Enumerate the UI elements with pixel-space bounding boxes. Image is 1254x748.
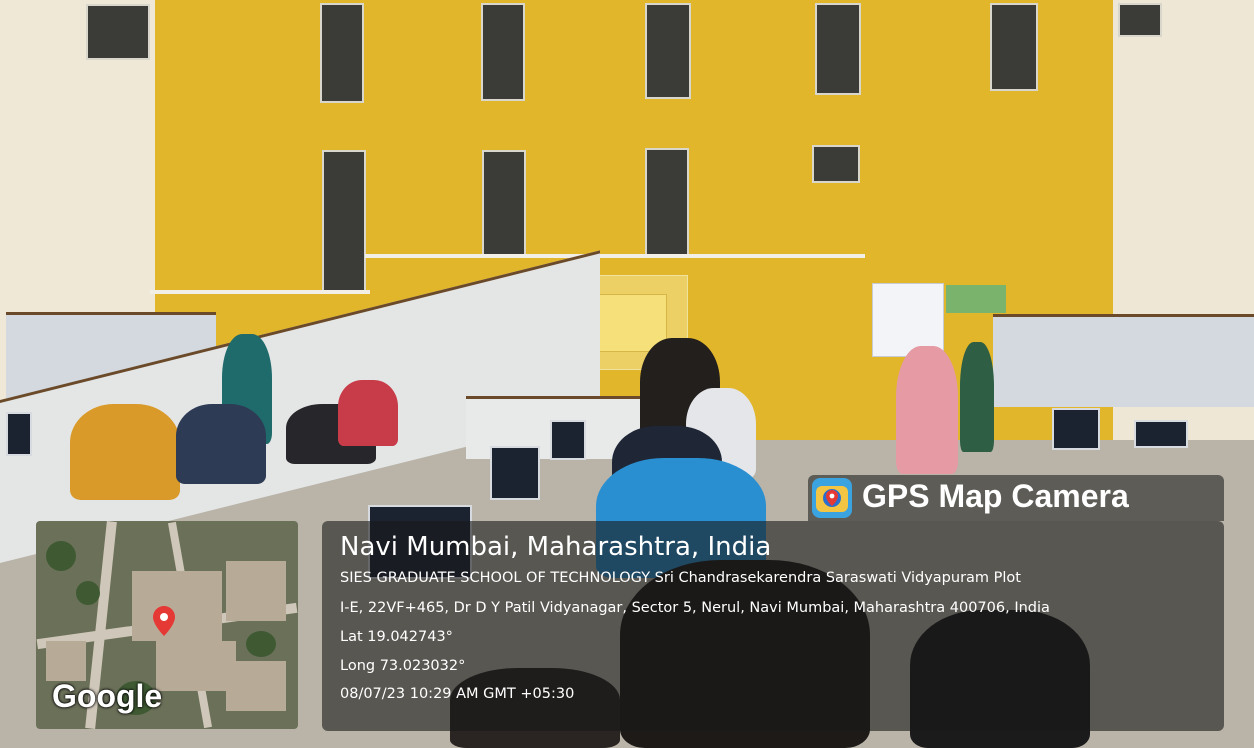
person-standing <box>960 342 994 452</box>
window <box>812 145 860 183</box>
wall-ledge <box>150 290 370 294</box>
person-seated <box>338 380 398 446</box>
window <box>1118 3 1162 37</box>
app-name: GPS Map Camera <box>862 478 1129 514</box>
longitude: Long 73.023032° <box>340 658 466 674</box>
window <box>990 3 1038 91</box>
window <box>86 4 150 60</box>
person-seated <box>70 404 180 500</box>
window <box>322 150 366 292</box>
google-logo: Google <box>52 678 163 714</box>
window <box>645 3 691 99</box>
cubicle-partition <box>993 314 1254 407</box>
monitor <box>1134 420 1188 448</box>
window <box>482 150 526 258</box>
address-line-1: SIES GRADUATE SCHOOL OF TECHNOLOGY Sri C… <box>340 570 1021 586</box>
window <box>645 148 689 256</box>
latitude: Lat 19.042743° <box>340 629 453 645</box>
address-line-2: I-E, 22VF+465, Dr D Y Patil Vidyanagar, … <box>340 600 1050 616</box>
wall-ledge <box>365 254 865 258</box>
monitor <box>550 420 586 460</box>
city-line: Navi Mumbai, Maharashtra, India <box>340 532 772 562</box>
timestamp: 08/07/23 10:29 AM GMT +05:30 <box>340 686 575 702</box>
window <box>815 3 861 95</box>
wall-sign <box>946 285 1006 313</box>
map-pin-icon <box>153 606 175 636</box>
window <box>320 3 364 103</box>
gps-map-camera-icon <box>812 478 852 518</box>
monitor <box>1052 408 1100 450</box>
monitor <box>6 412 32 456</box>
monitor <box>490 446 540 500</box>
person-seated <box>176 404 266 484</box>
person-standing <box>896 346 958 474</box>
window <box>481 3 525 101</box>
